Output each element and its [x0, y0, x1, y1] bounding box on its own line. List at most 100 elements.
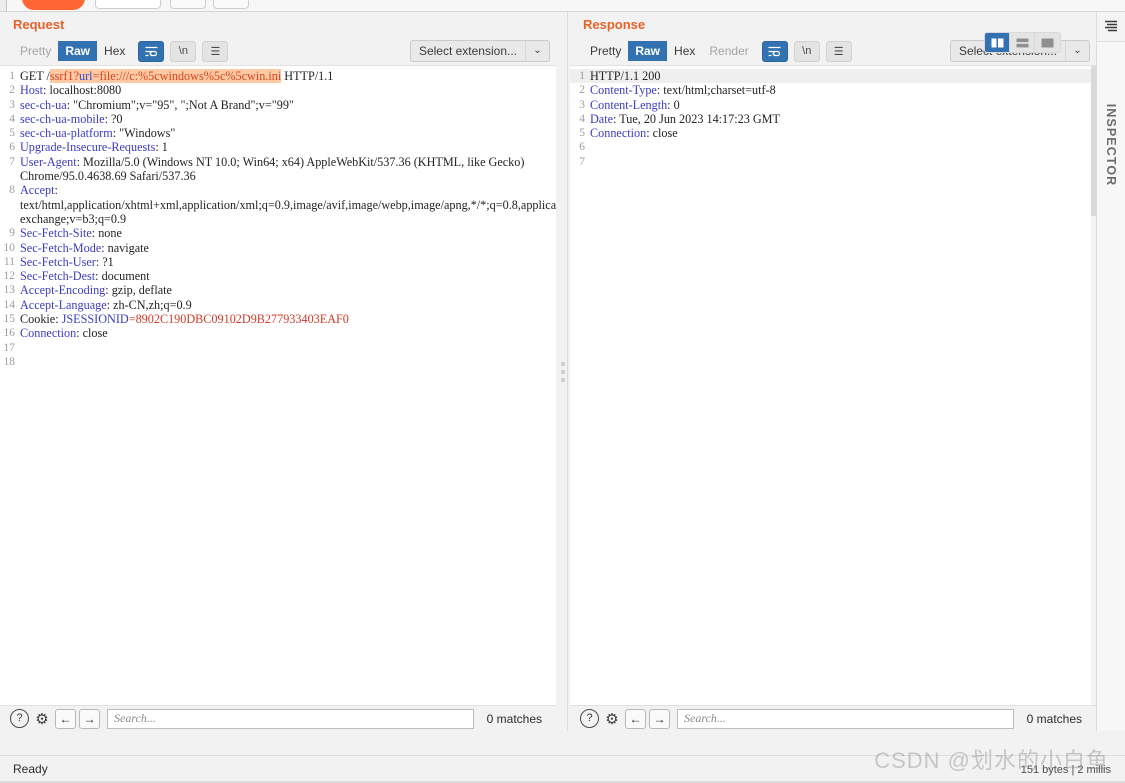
line-number: 4: [9, 112, 15, 125]
inspector-label: INSPECTOR: [1104, 103, 1118, 187]
status-text: Ready: [13, 762, 48, 776]
response-word-wrap-icon[interactable]: [761, 40, 788, 62]
gear-icon[interactable]: ⚙: [602, 709, 622, 728]
line-text: [590, 140, 1096, 154]
target-field[interactable]: [95, 0, 161, 9]
line-number: 3: [9, 98, 15, 111]
line-number: 8: [9, 184, 15, 197]
help-icon[interactable]: ?: [10, 709, 29, 728]
request-code: 1 GET /ssrf1?url=file:///c:%5cwindows%5c%…: [0, 66, 556, 369]
code-line: 6: [570, 140, 1096, 154]
help-icon[interactable]: ?: [580, 709, 599, 728]
code-line: 6 Upgrade-Insecure-Requests: 1: [0, 140, 556, 154]
code-line: 16 Connection: close: [0, 326, 556, 340]
line-number: 16: [3, 327, 16, 340]
splitter-grip[interactable]: [561, 361, 565, 382]
request-response-split: Request Pretty Raw Hex \n ☰ Select exten…: [0, 12, 1096, 731]
line-text: User-Agent: Mozilla/5.0 (Windows NT 10.0…: [20, 154, 528, 184]
code-line: 12 Sec-Fetch-Dest: document: [0, 269, 556, 283]
response-metrics: 151 bytes | 2 millis: [1020, 764, 1111, 776]
layout-horizontal-split-button[interactable]: [1010, 33, 1035, 52]
line-number: 6: [579, 141, 585, 154]
line-text: sec-ch-ua-platform: "Windows": [20, 126, 176, 141]
find-previous-button[interactable]: ←: [55, 708, 76, 729]
response-tab-hex[interactable]: Hex: [667, 41, 702, 61]
inspector-rail[interactable]: INSPECTOR: [1096, 12, 1125, 731]
code-line: 17: [0, 341, 556, 355]
line-text: Connection: close: [590, 126, 678, 141]
line-text: HTTP/1.1 200: [590, 69, 661, 83]
response-show-newlines-icon[interactable]: \n: [793, 40, 820, 62]
response-view-tabs: Pretty Raw Hex Render: [583, 41, 756, 61]
request-tab-raw[interactable]: Raw: [58, 41, 98, 61]
request-extension-select[interactable]: Select extension... ⌄: [409, 40, 550, 62]
pane-splitter[interactable]: [556, 12, 570, 731]
splitter-rule: [567, 12, 568, 731]
request-view-tabs: Pretty Raw Hex: [13, 41, 132, 61]
response-tab-render[interactable]: Render: [702, 41, 755, 61]
response-tab-pretty[interactable]: Pretty: [583, 41, 628, 61]
code-line: 5 sec-ch-ua-platform: "Windows": [0, 126, 556, 140]
chevron-down-icon[interactable]: ⌄: [1065, 41, 1089, 61]
gear-icon[interactable]: ⚙: [32, 709, 52, 728]
inspector-collapse-icon[interactable]: [1097, 12, 1125, 40]
response-match-count: 0 matches: [1026, 711, 1082, 726]
line-text: Sec-Fetch-User: ?1: [20, 254, 114, 269]
response-editor[interactable]: 1 HTTP/1.1 200 2 Content-Type: text/html;ch…: [570, 65, 1096, 705]
line-text: Date: Tue, 20 Jun 2023 14:17:23 GMT: [590, 111, 780, 126]
tab-edge: [0, 0, 7, 11]
code-line: 14 Accept-Language: zh-CN,zh;q=0.9: [0, 298, 556, 312]
send-button[interactable]: [22, 0, 85, 10]
code-line: 2 Host: localhost:8080: [0, 83, 556, 97]
chevron-down-icon[interactable]: ⌄: [525, 41, 549, 61]
request-editor[interactable]: 1 GET /ssrf1?url=file:///c:%5cwindows%5c%…: [0, 65, 556, 705]
line-number: 7: [9, 155, 15, 168]
layout-single-pane-button[interactable]: [1035, 33, 1060, 52]
line-text: Host: localhost:8080: [20, 83, 122, 98]
highlighted-payload: ssrf1?url=file:///c:%5cwindows%5c%5cwin.…: [49, 69, 282, 83]
line-text: [20, 341, 556, 355]
layout-vertical-split-button[interactable]: [985, 33, 1010, 52]
hamburger-glyph: ☰: [833, 45, 844, 58]
status-bar: Ready 151 bytes | 2 millis: [0, 755, 1125, 783]
burp-repeater-window: Request Pretty Raw Hex \n ☰ Select exten…: [0, 0, 1125, 783]
code-line: 8 Accept: text/html,application/xhtml+xml…: [0, 183, 556, 226]
find-next-button[interactable]: →: [79, 708, 100, 729]
request-search-input[interactable]: [107, 708, 474, 729]
line-text: Connection: close: [20, 326, 108, 341]
find-next-button[interactable]: →: [649, 708, 670, 729]
request-editor-scroll[interactable]: 1 GET /ssrf1?url=file:///c:%5cwindows%5c%…: [0, 66, 556, 705]
history-forward-button[interactable]: [213, 0, 249, 9]
request-tab-pretty[interactable]: Pretty: [13, 41, 58, 61]
line-number: 1: [579, 70, 585, 82]
line-number: 7: [579, 155, 585, 168]
top-toolbar-sliver: [0, 0, 1125, 12]
response-editor-scroll[interactable]: 1 HTTP/1.1 200 2 Content-Type: text/html;ch…: [570, 66, 1096, 705]
find-previous-button[interactable]: ←: [625, 708, 646, 729]
request-tab-hex[interactable]: Hex: [97, 41, 132, 61]
line-number: 2: [9, 84, 15, 97]
request-menu-icon[interactable]: ☰: [202, 40, 229, 62]
line-text: Sec-Fetch-Site: none: [20, 226, 122, 241]
code-line: 9 Sec-Fetch-Site: none: [0, 226, 556, 240]
line-number: 15: [3, 313, 16, 326]
code-line: 1 HTTP/1.1 200: [570, 69, 1096, 84]
history-back-button[interactable]: [170, 0, 206, 9]
request-show-newlines-icon[interactable]: \n: [170, 40, 197, 62]
request-word-wrap-icon[interactable]: [138, 40, 165, 62]
line-text: [590, 155, 1096, 169]
line-number: 6: [9, 141, 15, 154]
line-text: Content-Type: text/html;charset=utf-8: [590, 83, 776, 98]
code-line: 18: [0, 355, 556, 369]
response-tab-raw[interactable]: Raw: [628, 41, 668, 61]
line-number: 12: [3, 270, 16, 283]
response-code: 1 HTTP/1.1 200 2 Content-Type: text/html;ch…: [570, 66, 1096, 169]
code-line: 15 Cookie: JSESSIONID=8902C190DBC09102D9B…: [0, 312, 556, 326]
response-menu-icon[interactable]: ☰: [825, 40, 852, 62]
line-number: 18: [3, 355, 16, 368]
line-number: 1: [9, 70, 15, 82]
newline-glyph: \n: [178, 45, 188, 57]
response-search-input[interactable]: [677, 708, 1014, 729]
inspector-panel[interactable]: INSPECTOR: [1097, 41, 1125, 731]
line-number: 17: [3, 341, 16, 354]
